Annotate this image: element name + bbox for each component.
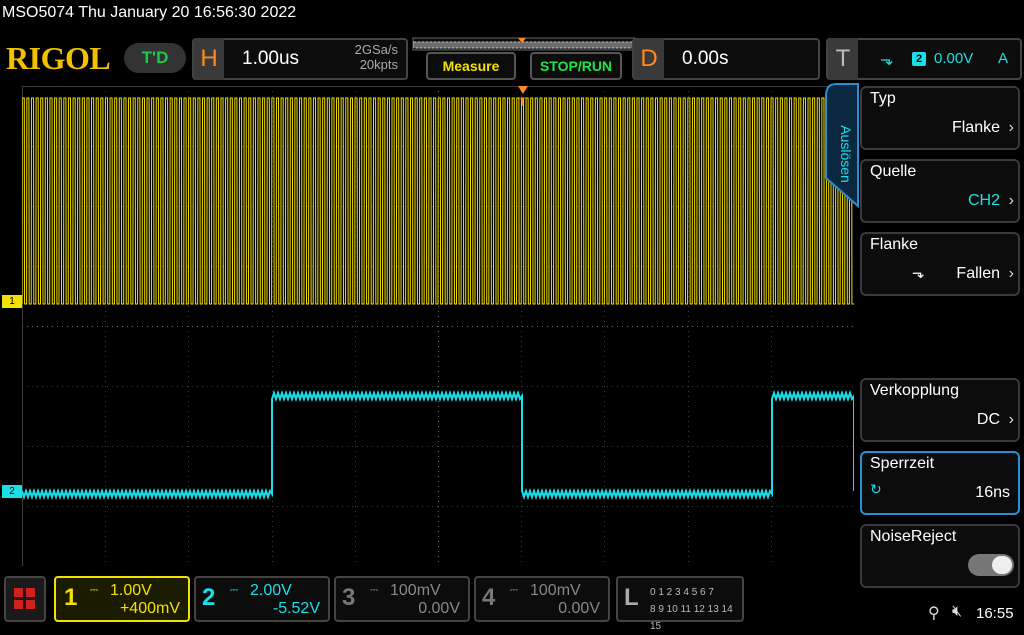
menu-label: Sperrzeit [870, 455, 935, 472]
dc-coupling-icon: ⎓ [90, 585, 98, 596]
memory-depth: 20kpts [359, 57, 398, 72]
menu-item-sperrzeit[interactable]: Sperrzeit ↻ 16ns [860, 451, 1020, 515]
ch2-number: 2 [202, 584, 216, 611]
memory-overview-strip[interactable] [412, 36, 636, 52]
menu-label: Quelle [870, 163, 917, 180]
dc-coupling-icon: ⎓ [370, 585, 378, 596]
trigger-source-badge: 2 [912, 52, 926, 66]
ch1-scale: 1.00V [110, 582, 152, 599]
horizontal-letter: H [194, 38, 224, 80]
sample-rate: 2GSa/s [354, 42, 398, 57]
stop-run-button[interactable]: STOP/RUN [530, 52, 622, 80]
logic-bits-row1: 0 1 2 3 4 5 6 7 [650, 587, 714, 598]
ch1-offset: +400mV [119, 600, 180, 617]
menu-item-typ[interactable]: Typ Flanke › [860, 86, 1020, 150]
usb-icon: ⚲ [928, 605, 940, 622]
menu-value: 16ns [975, 484, 1010, 501]
menu-value: Fallen [956, 265, 1000, 282]
sample-rate-info: 2GSa/s 20kpts [330, 42, 398, 72]
logic-channel-bits: 0 1 2 3 4 5 6 7 8 9 10 11 12 13 14 15 [650, 584, 740, 635]
ch3-number: 3 [342, 584, 356, 611]
dc-coupling-icon: ⎓ [230, 585, 238, 596]
chevron-right-icon: › [1008, 265, 1014, 282]
dc-coupling-icon: ⎓ [510, 585, 518, 596]
speaker-muted-icon[interactable]: 🔇︎ [952, 603, 962, 621]
waveform-display[interactable]: T [22, 86, 854, 566]
chevron-right-icon: › [1008, 119, 1014, 136]
menu-value: Flanke [951, 119, 1000, 136]
ch1-ground-marker[interactable]: 1 [2, 295, 22, 308]
home-button[interactable] [4, 576, 46, 622]
device-title: MSO5074 Thu January 20 16:56:30 2022 [2, 4, 297, 21]
ch2-offset: -5.52V [272, 600, 320, 617]
grid-menu-icon [14, 588, 35, 609]
ch3-scale: 100mV [390, 582, 441, 599]
trigger-position-label: T [519, 95, 527, 109]
trigger-level: 0.00V [934, 50, 974, 67]
menu-item-flanke[interactable]: Flanke ⬎ Fallen › [860, 232, 1020, 296]
menu-label: NoiseReject [870, 528, 957, 545]
toggle-knob [992, 556, 1012, 574]
system-clock: 16:55 [976, 605, 1014, 622]
menu-value: DC [976, 411, 1000, 428]
rigol-logo: RIGOL [6, 40, 111, 76]
delay-value: 0.00s [682, 48, 729, 69]
ch2-ground-marker[interactable]: 2 [2, 485, 22, 498]
rotary-knob-icon: ↻ [870, 481, 882, 497]
ch4-offset: 0.00V [558, 600, 600, 617]
trigger-position-marker [518, 86, 528, 94]
timebase-value: 1.00us [242, 48, 300, 69]
menu-item-verkopplung[interactable]: Verkopplung DC › [860, 378, 1020, 442]
menu-label: Flanke [870, 236, 919, 253]
menu-label: Typ [870, 90, 896, 107]
ch4-number: 4 [482, 584, 496, 611]
trigger-mode: A [998, 50, 1009, 67]
menu-label: Verkopplung [870, 382, 959, 399]
chevron-right-icon: › [1008, 192, 1014, 209]
ch1-number: 1 [64, 584, 78, 611]
falling-edge-icon: ⬎ [880, 52, 894, 69]
ch3-offset: 0.00V [418, 600, 460, 617]
measure-button[interactable]: Measure [426, 52, 516, 80]
chevron-right-icon: › [1008, 411, 1014, 428]
menu-item-quelle[interactable]: Quelle CH2 › [860, 159, 1020, 223]
run-status-badge[interactable]: T'D [124, 43, 186, 73]
ch1-waveform [22, 97, 854, 305]
falling-edge-icon: ⬎ [912, 265, 925, 282]
delay-letter: D [634, 38, 664, 80]
trigger-letter: T [828, 38, 858, 80]
ch4-scale: 100mV [530, 582, 581, 599]
menu-tab-label: Auslösen [838, 125, 854, 183]
ch2-scale: 2.00V [250, 582, 292, 599]
logic-letter: L [624, 584, 639, 611]
menu-value: CH2 [967, 192, 1000, 209]
